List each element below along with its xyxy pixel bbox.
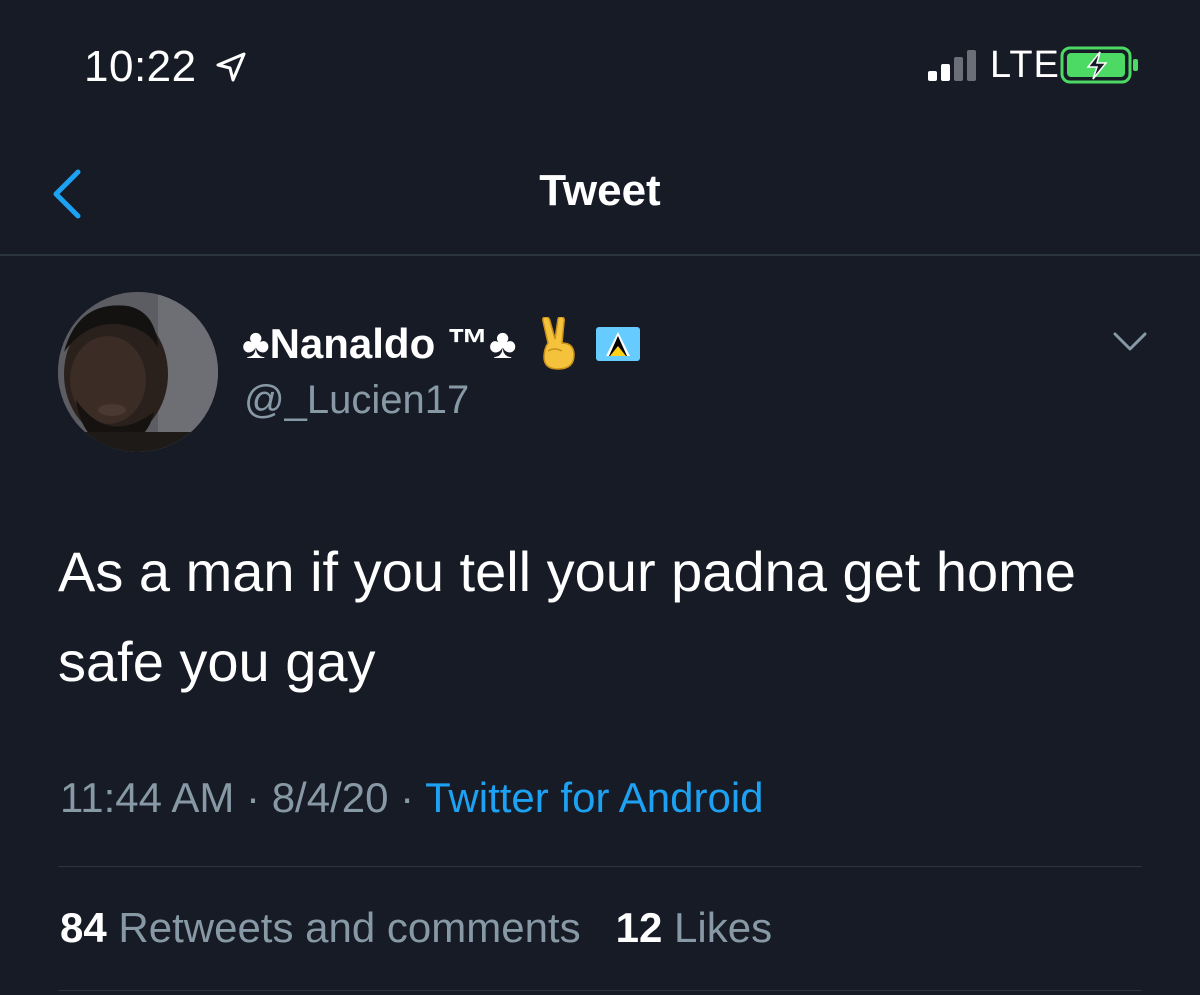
saint-lucia-flag-icon bbox=[596, 327, 641, 361]
chevron-down-icon[interactable] bbox=[1112, 330, 1148, 354]
meta-separator: · bbox=[400, 774, 415, 821]
battery-charging-icon bbox=[1060, 46, 1138, 84]
user-handle[interactable]: @_Lucien17 bbox=[244, 378, 469, 423]
avatar[interactable] bbox=[58, 292, 218, 452]
page-title: Tweet bbox=[539, 166, 661, 215]
tweet-source-link[interactable]: Twitter for Android bbox=[425, 774, 763, 821]
likes-stat[interactable]: 12 Likes bbox=[616, 904, 772, 951]
tweet-screen: 10:22 LTE Tweet ♣Nanaldo ™♣ @_Lucien17 A… bbox=[0, 0, 1200, 995]
tweet-time: 11:44 AM bbox=[60, 774, 235, 821]
tweet-date: 8/4/20 bbox=[271, 774, 389, 821]
nav-bar: Tweet bbox=[0, 130, 1200, 256]
signal-bars-icon bbox=[928, 50, 976, 81]
meta-separator: · bbox=[246, 774, 261, 821]
tweet-text: As a man if you tell your padna get home… bbox=[58, 540, 1076, 693]
tweet-stats: 84 Retweets and comments 12 Likes bbox=[60, 904, 772, 952]
display-name-text: ♣Nanaldo ™♣ bbox=[242, 320, 517, 367]
victory-hand-icon bbox=[542, 317, 576, 370]
retweets-label: Retweets and comments bbox=[118, 904, 581, 951]
status-time: 10:22 bbox=[84, 42, 197, 91]
tweet-meta: 11:44 AM · 8/4/20 · Twitter for Android bbox=[60, 774, 764, 822]
divider bbox=[58, 866, 1142, 867]
divider bbox=[58, 990, 1142, 991]
likes-count: 12 bbox=[615, 904, 663, 951]
display-name[interactable]: ♣Nanaldo ™♣ bbox=[242, 317, 641, 371]
status-bar: 10:22 LTE bbox=[0, 0, 1200, 130]
retweets-count: 84 bbox=[60, 904, 107, 951]
network-type: LTE bbox=[990, 44, 1060, 86]
location-arrow-icon bbox=[216, 52, 246, 82]
retweets-stat[interactable]: 84 Retweets and comments bbox=[60, 904, 592, 951]
likes-label: Likes bbox=[674, 904, 773, 951]
chevron-left-icon[interactable] bbox=[46, 168, 86, 220]
avatar-photo bbox=[58, 292, 218, 452]
